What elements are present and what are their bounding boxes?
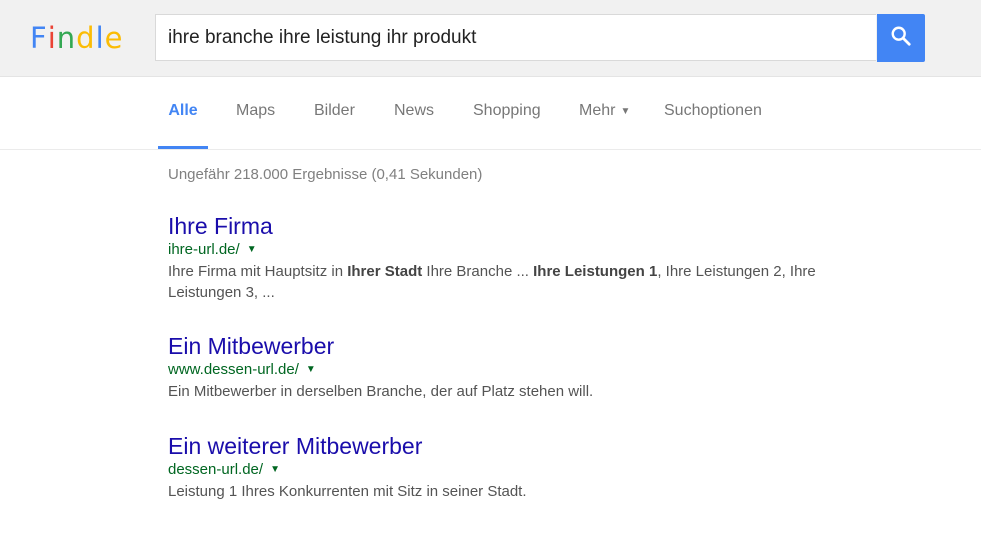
result-title-link[interactable]: Ein weiterer Mitbewerber — [168, 432, 868, 460]
snippet-text: Ein Mitbewerber in derselben Branche, de… — [168, 383, 594, 400]
tab-label: News — [394, 102, 435, 119]
snippet-highlight: Ihrer Stadt — [347, 263, 423, 280]
search-result: Ein Mitbewerber www.dessen-url.de/ ▼ Ein … — [168, 332, 868, 402]
result-snippet: Ein Mitbewerber in derselben Branche, de… — [168, 381, 868, 402]
result-url: www.dessen-url.de/ ▼ — [168, 360, 868, 380]
tab-bar: Alle Maps Bilder News Shopping Mehr ▼ Suc… — [0, 77, 981, 150]
tab-label: Alle — [168, 102, 198, 119]
snippet-text: Ihre Firma mit Hauptsitz in — [168, 263, 348, 280]
snippet-highlight: Ihre Leistungen 1 — [533, 263, 658, 280]
result-title-link[interactable]: Ein Mitbewerber — [168, 332, 868, 360]
result-url-text: www.dessen-url.de/ — [168, 361, 299, 378]
logo[interactable]: Findle — [30, 18, 123, 58]
tab-mehr[interactable]: Mehr ▼ — [579, 77, 630, 147]
logo-letter: F — [30, 21, 48, 55]
result-url: dessen-url.de/ ▼ — [168, 460, 868, 480]
tab-maps[interactable]: Maps — [236, 77, 275, 147]
search-result: Ihre Firma ihre-url.de/ ▼ Ihre Firma mit … — [168, 212, 868, 303]
result-url-text: ihre-url.de/ — [168, 241, 240, 258]
tab-label: Mehr — [579, 102, 616, 119]
logo-letter: l — [95, 21, 105, 55]
caret-down-icon[interactable]: ▼ — [247, 244, 257, 255]
caret-down-icon: ▼ — [620, 106, 631, 117]
caret-down-icon[interactable]: ▼ — [270, 464, 280, 475]
search-result: Ein weiterer Mitbewerber dessen-url.de/ ▼… — [168, 432, 868, 502]
search-input[interactable] — [156, 15, 876, 60]
tab-suchoptionen[interactable]: Suchoptionen — [664, 77, 762, 147]
snippet-text: Ihre Branche ... — [422, 263, 534, 280]
search-button[interactable] — [877, 14, 925, 62]
tab-bilder[interactable]: Bilder — [314, 77, 355, 147]
tab-label: Maps — [236, 102, 276, 119]
result-stats: Ungefähr 218.000 Ergebnisse (0,41 Sekund… — [168, 166, 483, 183]
tab-label: Bilder — [314, 102, 355, 119]
caret-down-icon[interactable]: ▼ — [306, 364, 316, 375]
result-title-link[interactable]: Ihre Firma — [168, 212, 868, 240]
tab-label: Suchoptionen — [664, 102, 762, 119]
logo-letter: e — [104, 21, 124, 55]
tab-news[interactable]: News — [394, 77, 434, 147]
header-bar: Findle — [0, 0, 981, 77]
logo-letter: d — [76, 21, 96, 55]
logo-letter: n — [56, 21, 77, 55]
result-url-text: dessen-url.de/ — [168, 461, 264, 478]
tab-alle[interactable]: Alle — [158, 77, 208, 149]
tab-shopping[interactable]: Shopping — [473, 77, 541, 147]
result-url: ihre-url.de/ ▼ — [168, 240, 868, 260]
tab-label: Shopping — [473, 102, 541, 119]
result-snippet: Ihre Firma mit Hauptsitz in Ihrer Stadt … — [168, 261, 868, 303]
result-snippet: Leistung 1 Ihres Konkurrenten mit Sitz i… — [168, 481, 868, 502]
search-box — [155, 14, 876, 61]
search-icon — [890, 25, 912, 52]
logo-letter: i — [47, 21, 57, 55]
snippet-text: Leistung 1 Ihres Konkurrenten mit Sitz i… — [168, 483, 527, 500]
